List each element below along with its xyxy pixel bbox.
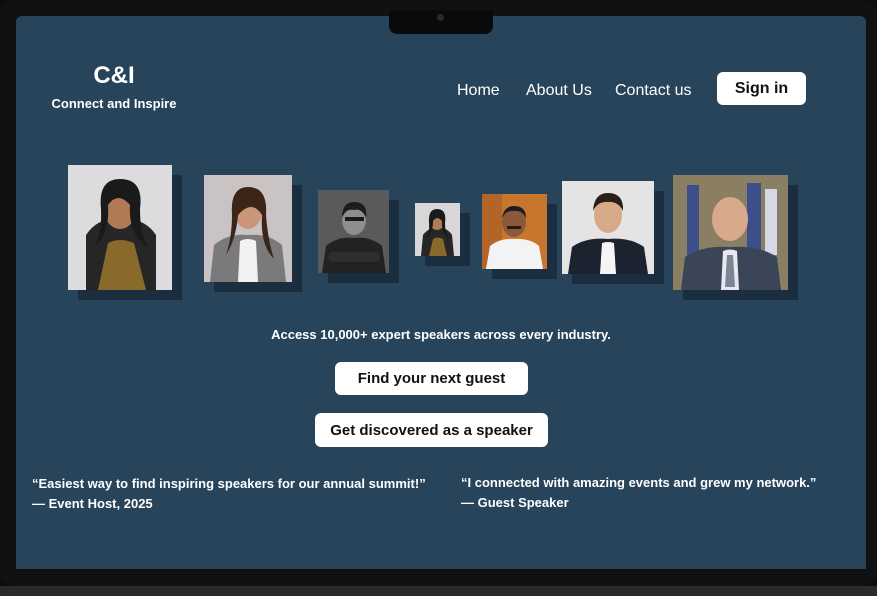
become-speaker-button[interactable]: Get discovered as a speaker [315, 413, 548, 447]
find-guest-button[interactable]: Find your next guest [335, 362, 528, 395]
testimonial-card: “I connected with amazing events and gre… [461, 473, 816, 513]
testimonial-quote: “Easiest way to find inspiring speakers … [32, 476, 426, 491]
sign-in-button[interactable]: Sign in [717, 72, 806, 105]
camera-notch [389, 10, 493, 34]
nav-link-about-us[interactable]: About Us [526, 82, 592, 100]
speaker-photo[interactable] [482, 194, 547, 269]
speaker-photo[interactable] [415, 203, 460, 256]
speaker-photo[interactable] [318, 190, 389, 273]
brand-title: C&I [93, 62, 135, 89]
testimonial-quote: “I connected with amazing events and gre… [461, 475, 817, 490]
nav-link-contact-us[interactable]: Contact us [615, 82, 691, 100]
brand-logo[interactable]: C&I Connect and Inspire [48, 62, 180, 112]
testimonial-author: — Guest Speaker [461, 495, 569, 510]
speaker-photo[interactable] [673, 175, 788, 290]
laptop-base [0, 586, 877, 596]
hero-tagline: Access 10,000+ expert speakers across ev… [271, 327, 611, 342]
testimonial-author: — Event Host, 2025 [32, 496, 153, 511]
nav-link-home[interactable]: Home [457, 82, 500, 100]
testimonial-card: “Easiest way to find inspiring speakers … [32, 474, 426, 514]
brand-tagline: Connect and Inspire [51, 96, 177, 111]
speaker-photo[interactable] [562, 181, 654, 274]
website-screen: C&I Connect and Inspire Home About Us Co… [16, 16, 866, 569]
webcam-icon [437, 14, 444, 21]
speaker-photo[interactable] [204, 175, 292, 282]
speaker-photo[interactable] [68, 165, 172, 290]
